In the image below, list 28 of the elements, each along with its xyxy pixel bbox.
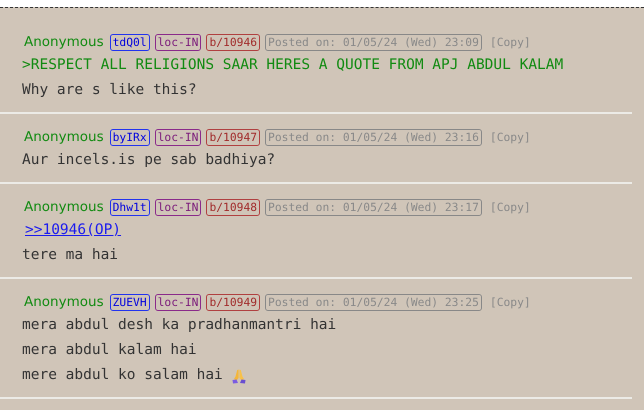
poster-name: Anonymous [24,34,104,50]
poster-id-tag[interactable]: Dhw1t [110,198,150,216]
post-text: mera abdul desh ka pradhanmantri hai [22,316,338,335]
post-date: Posted on: 01/05/24 (Wed) 23:09 [265,34,482,50]
post-text: tere ma hai [22,246,120,265]
poster-name: Anonymous [24,199,104,215]
location-tag[interactable]: loc-IN [154,128,202,146]
poster-name: Anonymous [24,294,104,310]
post-date: Posted on: 01/05/24 (Wed) 23:25 [265,294,482,310]
poster-id-tag[interactable]: ZUEVH [110,294,150,310]
poster-id-tag[interactable]: byIRx [110,128,150,146]
greentext-quote: >RESPECT ALL RELIGIONS SAAR HERES A QUOTE FROM APJ ABDUL KALAM [22,56,564,75]
poster-name: Anonymous [24,129,104,145]
post-date: Posted on: 01/05/24 (Wed) 23:16 [265,128,482,146]
post-text: mere abdul ko salam hai [22,366,223,385]
location-tag[interactable]: loc-IN [154,198,202,216]
post-number-tag[interactable]: b/10948 [206,198,260,216]
post-date: Posted on: 01/05/24 (Wed) 23:17 [265,198,482,216]
post-text: Why are s like this? [22,81,198,100]
poster-id-tag[interactable]: tdQ0l [110,34,150,50]
location-tag[interactable]: loc-IN [154,34,202,50]
post-text: Aur incels.is pe sab badhiya? [22,151,276,170]
location-tag[interactable]: loc-IN [154,294,202,310]
post-number-tag[interactable]: b/10949 [206,294,260,310]
post-number-tag[interactable]: b/10947 [206,128,260,146]
post-text: mera abdul kalam hai [22,341,198,360]
post-number-tag[interactable]: b/10946 [206,34,260,50]
reply-link[interactable]: >>10946(OP) [25,218,122,243]
